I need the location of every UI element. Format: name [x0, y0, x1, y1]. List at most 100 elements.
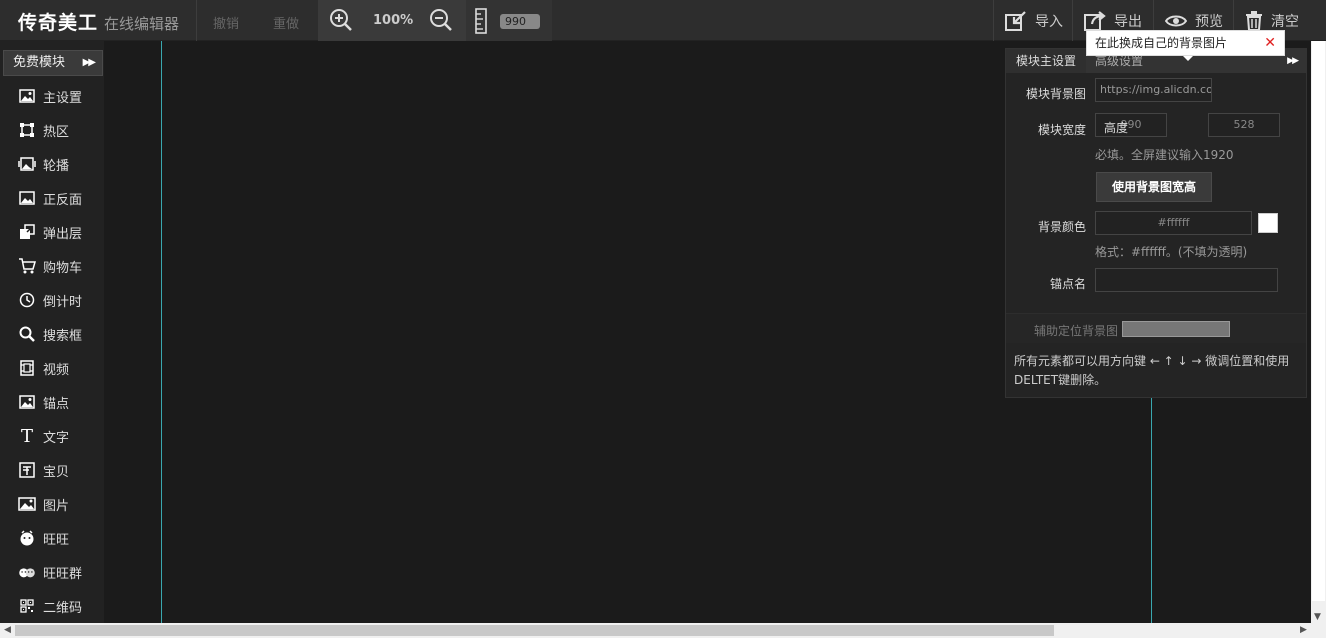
clear-label: 清空: [1271, 13, 1299, 30]
qrcode-icon: [18, 597, 36, 615]
sidebar-item-label: 旺旺群: [43, 566, 83, 582]
scroll-right-icon[interactable]: ▶: [1300, 625, 1307, 635]
import-label: 导入: [1035, 13, 1063, 30]
width-hint: 必填。全屏建议输入1920: [1095, 148, 1234, 162]
aux-bg-row: 辅助定位背景图: [1006, 313, 1306, 343]
module-sidebar: 免费模块 ▶▶ 主设置 热区 轮播 正反面 弹出层 购物车 倒计时 搜索框 视频…: [0, 41, 104, 623]
sidebar-item-label: 二维码: [43, 600, 83, 616]
sidebar-item-countdown[interactable]: 倒计时: [0, 283, 104, 317]
tooltip-arrow: [1183, 56, 1193, 61]
clock-icon: [18, 291, 36, 309]
sidebar-item-label: 轮播: [43, 158, 70, 174]
canvas-left-guide: [161, 41, 162, 623]
trash-icon: [1246, 10, 1262, 31]
sidebar-item-cart[interactable]: 购物车: [0, 249, 104, 283]
sidebar-item-picture[interactable]: 图片: [0, 487, 104, 521]
cart-icon: [18, 257, 36, 275]
sidebar-item-carousel[interactable]: 轮播: [0, 147, 104, 181]
sidebar-item-popup[interactable]: 弹出层: [0, 215, 104, 249]
image-icon: [18, 87, 36, 105]
bg-image-label: 模块背景图: [1025, 87, 1086, 101]
height-label: 高度: [1103, 121, 1128, 135]
bg-color-input[interactable]: #ffffff: [1095, 211, 1252, 235]
product-icon: [18, 461, 36, 479]
bg-image-tooltip: 在此换成自己的背景图片 ✕: [1086, 30, 1285, 61]
zoom-in-icon[interactable]: [329, 8, 353, 32]
sidebar-item-product[interactable]: 宝贝: [0, 453, 104, 487]
video-icon: [18, 359, 36, 377]
bg-image-input[interactable]: https://img.alicdn.cor: [1095, 78, 1212, 102]
hotspot-icon: [18, 121, 36, 139]
sidebar-item-label: 锚点: [43, 396, 70, 412]
close-icon[interactable]: ✕: [1264, 31, 1276, 56]
color-swatch[interactable]: [1257, 212, 1279, 234]
wangwang-group-icon: [18, 563, 36, 581]
use-bg-size-button[interactable]: 使用背景图宽高: [1096, 172, 1212, 202]
sidebar-item-main-settings[interactable]: 主设置: [0, 79, 104, 113]
sidebar-item-label: 搜索框: [43, 328, 83, 344]
anchor-input[interactable]: [1095, 268, 1278, 292]
search-icon: [18, 325, 36, 343]
sidebar-item-label: 正反面: [43, 192, 83, 208]
bg-color-label: 背景颜色: [1037, 220, 1086, 234]
preview-label: 预览: [1195, 13, 1223, 30]
zoom-out-icon[interactable]: [429, 8, 453, 32]
picture-icon: [18, 495, 36, 513]
aux-bg-label: 辅助定位背景图: [1034, 324, 1119, 338]
scroll-left-icon[interactable]: ◀: [4, 625, 11, 635]
bg-color-hint: 格式：#ffffff。(不填为透明): [1095, 245, 1248, 259]
expand-arrows-icon[interactable]: ▶▶: [83, 51, 96, 75]
sidebar-item-search[interactable]: 搜索框: [0, 317, 104, 351]
sidebar-item-label: 热区: [43, 124, 70, 140]
sidebar-item-label: 弹出层: [43, 226, 83, 242]
sidebar-item-anchor[interactable]: 锚点: [0, 385, 104, 419]
keyboard-hint: 所有元素都可以用方向键 ← ↑ ↓ → 微调位置和使用DELTET键删除。: [1014, 354, 1290, 387]
undo-button[interactable]: 撤销: [213, 13, 239, 32]
sidebar-item-flip[interactable]: 正反面: [0, 181, 104, 215]
text-icon: T: [20, 425, 33, 447]
aux-bg-slider[interactable]: [1122, 321, 1230, 337]
tooltip-text: 在此换成自己的背景图片: [1095, 36, 1228, 50]
import-button[interactable]: 导入: [1005, 0, 1063, 41]
carousel-icon: [18, 155, 36, 173]
toolbar-divider: [993, 0, 994, 41]
sidebar-item-label: 旺旺: [43, 532, 70, 548]
redo-button[interactable]: 重做: [273, 13, 299, 32]
sidebar-item-wangwang-group[interactable]: 旺旺群: [0, 555, 104, 589]
collapse-arrows-icon[interactable]: ▶▶: [1287, 49, 1299, 73]
app-subtitle: 在线编辑器: [104, 15, 180, 33]
flip-icon: [18, 189, 36, 207]
anchor-icon: [18, 393, 36, 411]
free-modules-header[interactable]: 免费模块 ▶▶: [3, 50, 103, 76]
export-label: 导出: [1114, 13, 1142, 30]
sidebar-item-qrcode[interactable]: 二维码: [0, 589, 104, 623]
sidebar-item-text[interactable]: T 文字: [0, 419, 104, 453]
export-icon: [1084, 10, 1106, 31]
wangwang-icon: [18, 529, 36, 547]
sidebar-item-label: 视频: [43, 362, 70, 378]
app-logo: 传奇美工: [18, 12, 99, 34]
zoom-control: 100%: [318, 0, 466, 41]
import-icon: [1005, 10, 1026, 31]
tab-main-settings[interactable]: 模块主设置: [1006, 49, 1086, 73]
sidebar-item-label: 购物车: [43, 260, 83, 276]
width-badge[interactable]: 990: [500, 14, 540, 29]
height-input[interactable]: 528: [1208, 113, 1280, 137]
ruler-icon: [475, 8, 487, 34]
scroll-down-icon[interactable]: ▼: [1314, 612, 1321, 622]
sidebar-item-label: 倒计时: [43, 294, 83, 310]
sidebar-item-video[interactable]: 视频: [0, 351, 104, 385]
vertical-scroll-thumb[interactable]: [1312, 41, 1325, 601]
anchor-label: 锚点名: [1049, 277, 1086, 291]
sidebar-item-hotspot[interactable]: 热区: [0, 113, 104, 147]
free-modules-label: 免费模块: [13, 55, 66, 70]
sidebar-item-label: 宝贝: [43, 464, 70, 480]
sidebar-item-wangwang[interactable]: 旺旺: [0, 521, 104, 555]
horizontal-scroll-thumb[interactable]: [15, 625, 1054, 636]
width-control: 990: [466, 0, 552, 41]
toolbar-divider: [1072, 0, 1073, 41]
width-label: 模块宽度: [1037, 123, 1086, 137]
sidebar-item-label: 图片: [43, 498, 70, 514]
eye-icon: [1165, 15, 1187, 26]
popup-icon: [18, 223, 36, 241]
